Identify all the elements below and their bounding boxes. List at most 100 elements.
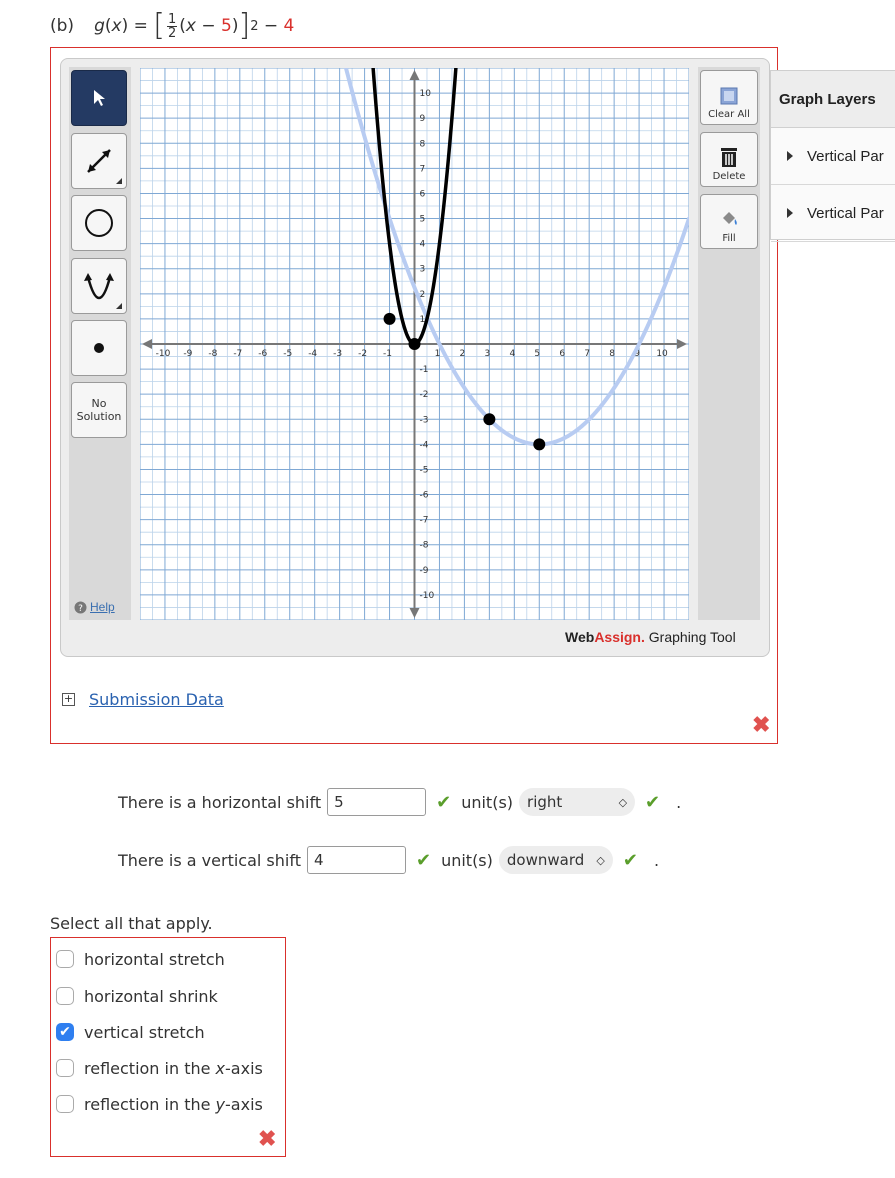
y-tick-label: -7	[420, 516, 429, 526]
correct-check-icon: ✔	[436, 791, 452, 813]
x-tick-label: -10	[156, 349, 171, 359]
dropdown-corner-icon	[116, 303, 122, 309]
horizontal-shift-line: There is a horizontal shift 5 ✔ unit(s) …	[118, 788, 681, 816]
x-tick-label: 1	[435, 349, 441, 359]
correct-check-icon: ✔	[622, 849, 638, 871]
x-tick-label: 6	[559, 349, 565, 359]
vertical-shift-line: There is a vertical shift 4 ✔ unit(s) do…	[118, 846, 659, 874]
function-var: x	[111, 16, 122, 36]
select-all-prompt: Select all that apply.	[50, 914, 213, 933]
x-tick-label: 2	[460, 349, 466, 359]
y-tick-label: 8	[420, 139, 426, 149]
y-tick-label: 3	[420, 265, 426, 275]
option-horizontal-stretch[interactable]: horizontal stretch	[56, 947, 225, 971]
incorrect-x-icon: ✖	[258, 1126, 277, 1151]
no-solution-button[interactable]: No Solution	[71, 382, 127, 438]
y-tick-label: -10	[420, 591, 435, 601]
point-icon	[94, 343, 104, 353]
pointer-icon	[94, 90, 105, 106]
svg-text:?: ?	[78, 604, 83, 614]
offset-constant: 4	[283, 16, 295, 36]
x-tick-label: 5	[534, 349, 540, 359]
correct-check-icon: ✔	[415, 849, 432, 871]
checkbox[interactable]	[56, 1059, 74, 1077]
part-label: (b)	[50, 16, 75, 36]
y-tick-label: 9	[420, 114, 426, 124]
option-reflection-y-axis[interactable]: reflection in the y -axis	[56, 1092, 263, 1116]
checkbox[interactable]	[56, 987, 74, 1005]
fill-button[interactable]: Fill	[700, 194, 758, 249]
x-tick-label: -6	[258, 349, 267, 359]
y-tick-label: -1	[420, 365, 429, 375]
point-tool-button[interactable]	[71, 320, 127, 376]
y-tick-label: -2	[420, 390, 429, 400]
inner-var: x	[185, 16, 196, 36]
y-tick-label: -9	[420, 566, 429, 576]
exponent: 2	[250, 18, 259, 34]
y-tick-label: 5	[420, 215, 426, 225]
submission-data-link[interactable]: + Submission Data	[62, 690, 224, 709]
clear-all-icon	[720, 87, 738, 105]
select-arrows-icon: ◇	[596, 853, 605, 867]
help-icon: ?	[74, 601, 87, 614]
left-bracket: [	[153, 8, 165, 43]
line-tool-button[interactable]	[71, 133, 127, 189]
expand-triangle-icon	[787, 208, 793, 218]
y-tick-label: -8	[420, 541, 429, 551]
horizontal-shift-input[interactable]: 5	[327, 788, 427, 816]
horizontal-direction-select[interactable]: right ◇	[519, 788, 636, 816]
curve-point	[483, 413, 496, 426]
expand-plus-icon: +	[62, 692, 75, 706]
option-vertical-stretch[interactable]: ✔ vertical stretch	[56, 1020, 205, 1044]
circle-icon	[85, 209, 113, 237]
clear-all-button[interactable]: Clear All	[700, 70, 758, 125]
option-reflection-x-axis[interactable]: reflection in the x -axis	[56, 1056, 263, 1080]
graph-layers-panel: Graph Layers Vertical Par Vertical Par	[770, 70, 895, 242]
x-tick-label: -9	[183, 349, 192, 359]
vertical-shift-input[interactable]: 4	[306, 846, 406, 874]
x-tick-label: 3	[484, 349, 490, 359]
option-horizontal-shrink[interactable]: horizontal shrink	[56, 984, 218, 1008]
expand-triangle-icon	[787, 151, 793, 161]
circle-tool-button[interactable]	[71, 195, 127, 251]
right-bracket: ]	[238, 8, 251, 43]
help-link[interactable]: ? Help	[74, 600, 115, 614]
x-tick-label: -1	[383, 349, 392, 359]
shift-constant: 5	[221, 16, 232, 36]
question-header: (b) g(x) = [ 12 (x − 5) ] 2 − 4	[50, 8, 295, 43]
y-tick-label: 7	[420, 164, 426, 174]
layer-item[interactable]: Vertical Par	[771, 128, 895, 185]
parabola-icon	[84, 273, 114, 299]
coordinate-graph[interactable]: -10 -10 -9 -9 -8 -8 -7 -7 -6 -6 -5 -5 -4 -4 -3 -3 -2 -2 -1…	[140, 68, 689, 620]
x-tick-label: 8	[609, 349, 615, 359]
layer-item[interactable]: Vertical Par	[771, 185, 895, 242]
graph-layers-title: Graph Layers	[771, 71, 895, 128]
x-tick-label: 4	[509, 349, 515, 359]
checkbox-checked[interactable]: ✔	[56, 1023, 74, 1041]
trash-icon	[721, 148, 737, 167]
curve-point	[408, 338, 421, 350]
checkbox[interactable]	[56, 950, 74, 968]
pointer-tool-button[interactable]	[71, 70, 127, 126]
x-tick-label: -2	[358, 349, 367, 359]
y-tick-label: -6	[420, 491, 429, 501]
vertical-direction-select[interactable]: downward ◇	[498, 846, 613, 874]
y-tick-label: -5	[420, 465, 429, 475]
dropdown-corner-icon	[116, 178, 122, 184]
no-solution-label: No Solution	[76, 397, 122, 423]
paint-bucket-icon	[723, 212, 737, 225]
x-tick-label: 10	[656, 349, 668, 359]
function-name: g	[94, 16, 105, 36]
y-tick-label: -4	[420, 440, 429, 450]
y-tick-label: -3	[420, 415, 429, 425]
delete-button[interactable]: Delete	[700, 132, 758, 187]
select-arrows-icon: ◇	[618, 795, 628, 809]
y-tick-label: 4	[420, 240, 426, 250]
curve-point	[383, 312, 396, 325]
y-tick-label: 6	[420, 189, 426, 199]
incorrect-x-icon: ✖	[752, 712, 771, 737]
x-tick-label: 7	[584, 349, 590, 359]
parabola-tool-button[interactable]	[71, 258, 127, 314]
checkbox[interactable]	[56, 1095, 74, 1113]
curve-point	[533, 438, 546, 451]
